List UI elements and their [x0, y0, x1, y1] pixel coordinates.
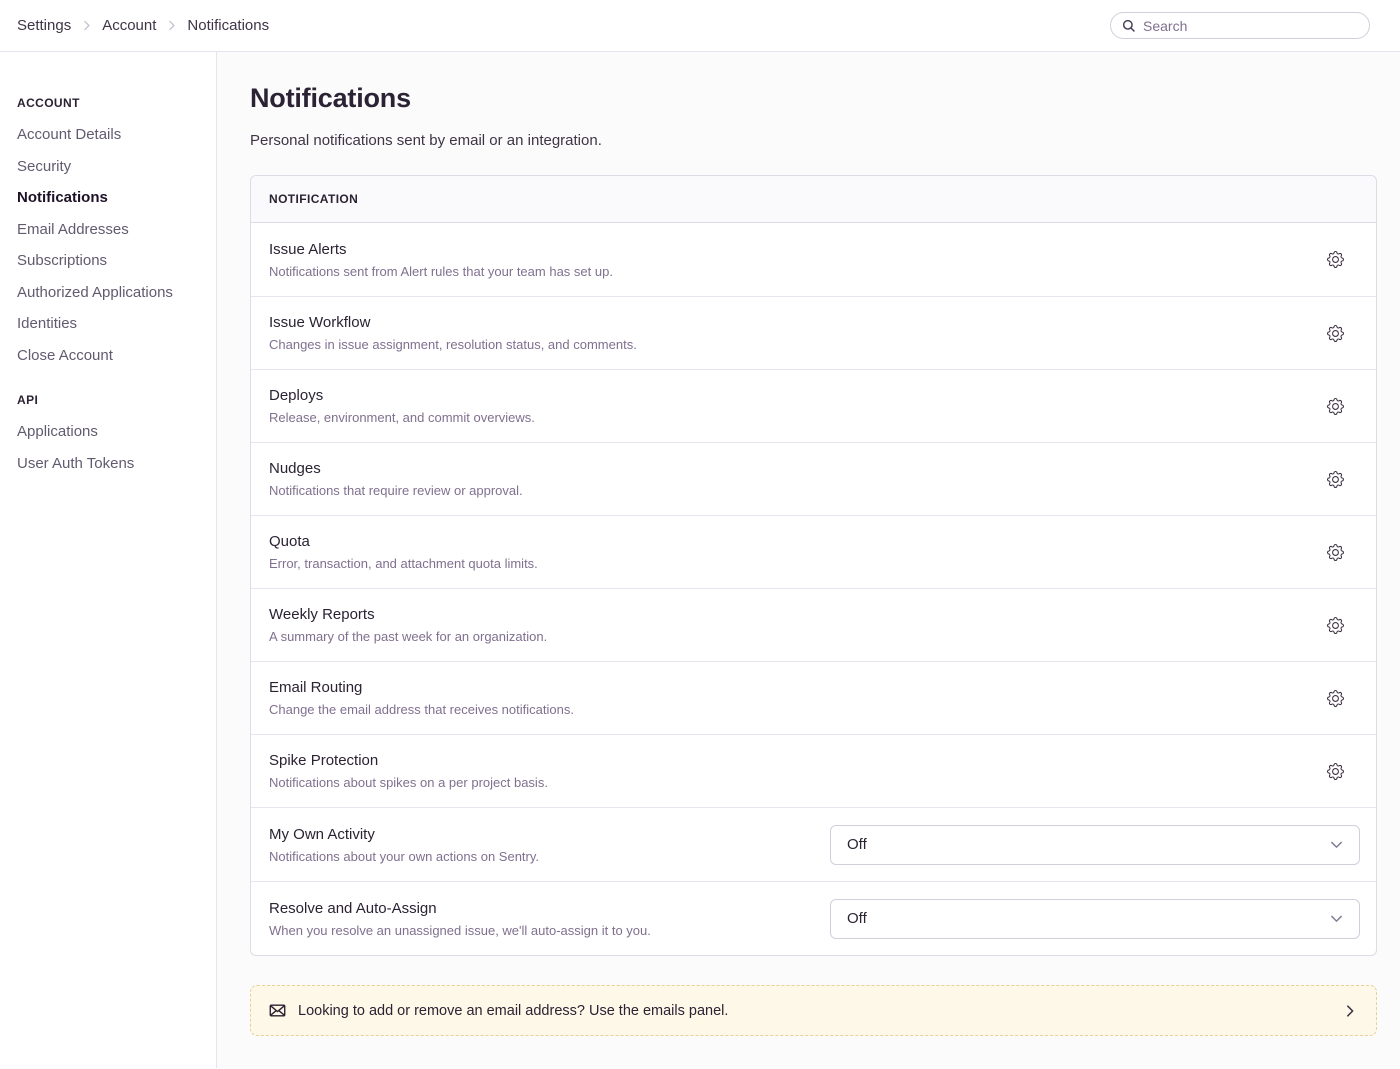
sidebar-section-title-api: API	[17, 390, 206, 411]
row-title: Nudges	[269, 460, 1322, 477]
breadcrumb-item-settings[interactable]: Settings	[17, 17, 71, 34]
row-text: Nudges Notifications that require review …	[269, 460, 1322, 498]
row-title: Issue Workflow	[269, 314, 1322, 331]
main-content: Notifications Personal notifications sen…	[217, 52, 1400, 1068]
notification-row-weekly-reports: Weekly Reports A summary of the past week…	[251, 588, 1376, 661]
sidebar-item-email-addresses[interactable]: Email Addresses	[17, 219, 206, 251]
row-text: Deploys Release, environment, and commit …	[269, 387, 1322, 425]
gear-icon	[1327, 471, 1344, 488]
row-description: Error, transaction, and attachment quota…	[269, 556, 1322, 571]
notifications-panel: NOTIFICATION Issue Alerts Notifications s…	[250, 175, 1377, 956]
sidebar-item-close-account[interactable]: Close Account	[17, 345, 206, 377]
breadcrumb-separator-icon	[80, 19, 93, 32]
notification-row-spike-protection: Spike Protection Notifications about spik…	[251, 734, 1376, 807]
gear-icon	[1327, 325, 1344, 342]
row-description: A summary of the past week for an organi…	[269, 629, 1322, 644]
row-text: Issue Alerts Notifications sent from Aler…	[269, 241, 1322, 279]
settings-gear-button[interactable]	[1322, 466, 1349, 493]
notification-row-quota: Quota Error, transaction, and attachment …	[251, 515, 1376, 588]
sidebar-item-authorized-applications[interactable]: Authorized Applications	[17, 282, 206, 314]
gear-icon	[1327, 690, 1344, 707]
notification-row-my-own-activity: My Own Activity Notifications about your …	[251, 807, 1376, 881]
row-description: Notifications that require review or app…	[269, 483, 1322, 498]
top-bar: Settings Account Notifications	[0, 0, 1400, 52]
row-title: Weekly Reports	[269, 606, 1322, 623]
gear-icon	[1327, 398, 1344, 415]
notification-row-resolve-and-auto-assign: Resolve and Auto-Assign When you resolve …	[251, 881, 1376, 955]
row-title: Issue Alerts	[269, 241, 1322, 258]
breadcrumb: Settings Account Notifications	[17, 17, 269, 34]
row-text: Resolve and Auto-Assign When you resolve …	[269, 900, 830, 938]
row-description: Notifications about spikes on a per proj…	[269, 775, 1322, 790]
select-value: Off	[847, 910, 867, 927]
row-title: Quota	[269, 533, 1322, 550]
select-value: Off	[847, 836, 867, 853]
notification-row-issue-workflow: Issue Workflow Changes in issue assignmen…	[251, 296, 1376, 369]
row-title: Resolve and Auto-Assign	[269, 900, 830, 917]
gear-icon	[1327, 251, 1344, 268]
sidebar-item-account-details[interactable]: Account Details	[17, 124, 206, 156]
search-input[interactable]	[1143, 18, 1358, 34]
row-title: My Own Activity	[269, 826, 830, 843]
notification-row-deploys: Deploys Release, environment, and commit …	[251, 369, 1376, 442]
row-text: Weekly Reports A summary of the past week…	[269, 606, 1322, 644]
gear-icon	[1327, 617, 1344, 634]
row-text: Email Routing Change the email address th…	[269, 679, 1322, 717]
breadcrumb-item-notifications[interactable]: Notifications	[187, 17, 269, 34]
search-box[interactable]	[1110, 12, 1370, 39]
notification-row-email-routing: Email Routing Change the email address th…	[251, 661, 1376, 734]
sidebar-section-gap	[17, 376, 206, 390]
search-icon	[1122, 19, 1136, 33]
breadcrumb-item-account[interactable]: Account	[102, 17, 156, 34]
gear-icon	[1327, 763, 1344, 780]
notification-row-nudges: Nudges Notifications that require review …	[251, 442, 1376, 515]
settings-gear-button[interactable]	[1322, 393, 1349, 420]
notification-row-issue-alerts: Issue Alerts Notifications sent from Aler…	[251, 223, 1376, 296]
gear-icon	[1327, 544, 1344, 561]
row-text: Issue Workflow Changes in issue assignmen…	[269, 314, 1322, 352]
row-description: Notifications about your own actions on …	[269, 849, 830, 864]
sidebar-item-subscriptions[interactable]: Subscriptions	[17, 250, 206, 282]
email-panel-banner[interactable]: Looking to add or remove an email addres…	[250, 985, 1377, 1036]
breadcrumb-separator-icon	[165, 19, 178, 32]
settings-gear-button[interactable]	[1322, 612, 1349, 639]
settings-gear-button[interactable]	[1322, 539, 1349, 566]
panel-header: NOTIFICATION	[251, 176, 1376, 223]
chevron-down-icon	[1329, 911, 1344, 926]
row-description: Change the email address that receives n…	[269, 702, 1322, 717]
row-text: My Own Activity Notifications about your …	[269, 826, 830, 864]
settings-gear-button[interactable]	[1322, 246, 1349, 273]
row-description: Release, environment, and commit overvie…	[269, 410, 1322, 425]
page-title: Notifications	[250, 83, 1377, 114]
sidebar-item-identities[interactable]: Identities	[17, 313, 206, 345]
row-title: Spike Protection	[269, 752, 1322, 769]
my-own-activity-select[interactable]: Off	[830, 825, 1360, 865]
sidebar-item-user-auth-tokens[interactable]: User Auth Tokens	[17, 453, 206, 485]
row-description: Notifications sent from Alert rules that…	[269, 264, 1322, 279]
sidebar-item-security[interactable]: Security	[17, 156, 206, 188]
row-text: Quota Error, transaction, and attachment …	[269, 533, 1322, 571]
row-description: Changes in issue assignment, resolution …	[269, 337, 1322, 352]
settings-gear-button[interactable]	[1322, 320, 1349, 347]
sidebar-item-notifications[interactable]: Notifications	[17, 187, 206, 219]
row-text: Spike Protection Notifications about spik…	[269, 752, 1322, 790]
envelope-icon	[269, 1002, 286, 1019]
notification-rows: Issue Alerts Notifications sent from Aler…	[251, 223, 1376, 955]
sidebar: ACCOUNT Account DetailsSecurityNotificati…	[0, 52, 217, 1068]
row-description: When you resolve an unassigned issue, we…	[269, 923, 830, 938]
sidebar-item-applications[interactable]: Applications	[17, 421, 206, 453]
sidebar-section-title-account: ACCOUNT	[17, 93, 206, 114]
settings-gear-button[interactable]	[1322, 685, 1349, 712]
row-title: Deploys	[269, 387, 1322, 404]
page-subtitle: Personal notifications sent by email or …	[250, 132, 1377, 149]
resolve-and-auto-assign-select[interactable]: Off	[830, 899, 1360, 939]
row-title: Email Routing	[269, 679, 1322, 696]
banner-text: Looking to add or remove an email addres…	[298, 1003, 728, 1019]
settings-gear-button[interactable]	[1322, 758, 1349, 785]
chevron-right-icon	[1343, 1004, 1357, 1018]
chevron-down-icon	[1329, 837, 1344, 852]
